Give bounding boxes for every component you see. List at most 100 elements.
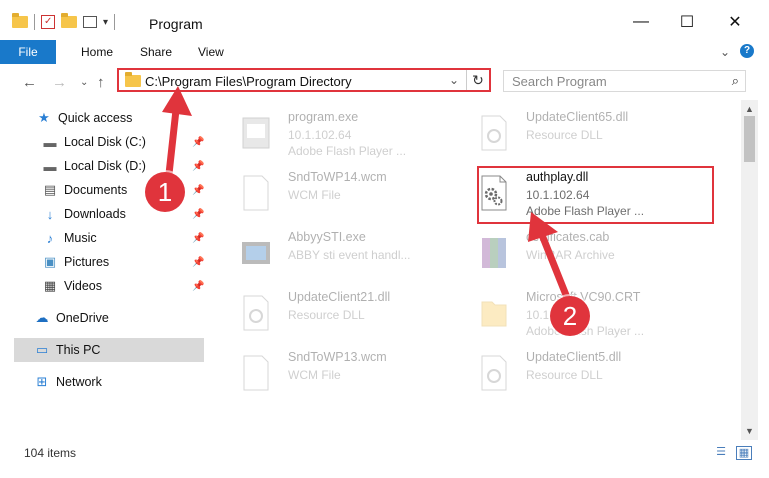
pictures-icon: ▣ xyxy=(43,254,57,269)
dll-icon xyxy=(481,115,507,151)
folder-icon xyxy=(481,301,507,327)
file-list: program.exe 10.1.102.64 Adobe Flash Play… xyxy=(210,100,740,440)
scroll-down-icon[interactable]: ▼ xyxy=(741,424,758,438)
forward-icon[interactable]: → xyxy=(52,74,67,91)
address-path[interactable]: C:\Program Files\Program Directory xyxy=(145,74,352,89)
chevron-down-icon[interactable]: ⌄ xyxy=(449,73,459,87)
file-name: UpdateClient65.dll xyxy=(526,110,629,124)
sidebar-item-label: Music xyxy=(64,231,97,245)
window-title: Program xyxy=(149,16,203,32)
refresh-icon[interactable]: ↻ xyxy=(466,70,489,90)
cloud-icon: ☁ xyxy=(35,310,49,325)
pin-icon[interactable]: 📌 xyxy=(192,185,204,196)
pin-icon[interactable]: 📌 xyxy=(192,161,204,172)
file-name: certificates.cab xyxy=(526,230,610,244)
drive-icon: ▬ xyxy=(43,134,57,150)
tab-view[interactable]: View xyxy=(198,40,224,64)
file-item-abbyysti-exe[interactable]: AbbyySTI.exe ABBY sti event handl... xyxy=(220,222,470,282)
file-item-updateclient21-dll[interactable]: UpdateClient21.dll Resource DLL xyxy=(220,282,470,342)
file-item-certificates-cab[interactable]: certificates.cab WinRAR Archive xyxy=(458,222,708,282)
file-item-sndtowp14-wcm[interactable]: SndToWP14.wcm WCM File xyxy=(220,162,470,222)
file-description: Adobe Flash Player ... xyxy=(288,144,407,158)
file-type: WCM File xyxy=(288,368,341,382)
file-type: WinRAR Archive xyxy=(526,248,615,262)
file-name: UpdateClient21.dll xyxy=(288,290,391,304)
tab-share[interactable]: Share xyxy=(140,40,172,64)
star-icon: ★ xyxy=(38,110,50,125)
sidebar-item-label: Documents xyxy=(64,183,128,197)
file-type: ABBY sti event handl... xyxy=(288,248,411,262)
customize-toolbar-icon[interactable] xyxy=(83,16,97,28)
details-view-icon[interactable]: ☰ xyxy=(714,446,728,458)
folder-icon xyxy=(12,13,28,28)
search-input[interactable]: Search Program ⌕ xyxy=(503,70,746,92)
sidebar-item-network[interactable]: ⊞ Network xyxy=(34,370,239,394)
sidebar-item-label: Local Disk (C:) xyxy=(64,135,146,149)
file-icon xyxy=(243,175,269,211)
address-bar[interactable]: C:\Program Files\Program Directory ⌄ ↻ xyxy=(117,68,491,92)
close-button[interactable]: ✕ xyxy=(720,10,750,34)
up-icon[interactable]: ↑ xyxy=(97,74,105,91)
exe-icon xyxy=(242,117,270,149)
music-icon: ♪ xyxy=(46,230,54,246)
sidebar-item-label: Network xyxy=(56,375,102,389)
maximize-button[interactable]: ☐ xyxy=(672,10,702,34)
file-item-program-exe[interactable]: program.exe 10.1.102.64 Adobe Flash Play… xyxy=(220,102,470,162)
file-type: Resource DLL xyxy=(526,128,603,142)
expand-ribbon-icon[interactable]: ⌄ xyxy=(720,40,730,64)
tiles-view-icon[interactable]: ▦ xyxy=(736,446,752,460)
file-name: SndToWP13.wcm xyxy=(288,350,387,364)
search-icon[interactable]: ⌕ xyxy=(732,73,739,89)
sidebar-item-label: Videos xyxy=(64,279,102,293)
navigation-pane: ★ Quick access ▬ Local Disk (C:) 📌 ▬ Loc… xyxy=(0,100,210,440)
sidebar-item-label: Local Disk (D:) xyxy=(64,159,146,173)
sidebar-item-onedrive[interactable]: ☁ OneDrive xyxy=(34,306,239,330)
new-folder-icon[interactable] xyxy=(61,13,77,28)
dll-icon xyxy=(481,355,507,391)
chevron-down-icon[interactable]: ▾ xyxy=(103,17,108,28)
file-name: UpdateClient5.dll xyxy=(526,350,622,364)
pin-icon[interactable]: 📌 xyxy=(192,233,204,244)
sidebar-item-this-pc[interactable]: ▭ This PC xyxy=(14,338,204,362)
dll-icon xyxy=(243,295,269,331)
file-icon xyxy=(243,355,269,391)
ribbon: File Home Share View ⌄ ? xyxy=(0,40,769,65)
title-bar: ✓ ▾ Program — ☐ ✕ xyxy=(0,0,769,40)
archive-icon xyxy=(482,238,506,268)
status-bar: 104 items ☰ ▦ xyxy=(0,440,769,478)
tab-home[interactable]: Home xyxy=(81,40,113,64)
back-icon[interactable]: ← xyxy=(22,74,37,91)
sidebar-item-label: Downloads xyxy=(64,207,126,221)
file-type: Resource DLL xyxy=(526,368,603,382)
minimize-button[interactable]: — xyxy=(626,10,656,34)
file-name: SndToWP14.wcm xyxy=(288,170,387,184)
quick-access-toolbar: ✓ ▾ xyxy=(12,13,116,30)
sidebar-item-label: OneDrive xyxy=(56,311,109,325)
tab-file[interactable]: File xyxy=(0,40,56,64)
file-item-updateclient65-dll[interactable]: UpdateClient65.dll Resource DLL xyxy=(458,102,708,162)
scroll-up-icon[interactable]: ▲ xyxy=(741,102,758,116)
drive-icon: ▬ xyxy=(43,158,57,174)
sidebar-item-label: Pictures xyxy=(64,255,110,269)
search-placeholder: Search Program xyxy=(512,74,607,89)
recent-locations-icon[interactable]: ⌄ xyxy=(80,77,88,88)
item-count: 104 items xyxy=(24,446,77,460)
help-icon[interactable]: ? xyxy=(740,44,754,58)
documents-icon: ▤ xyxy=(43,182,57,197)
pin-icon[interactable]: 📌 xyxy=(192,137,204,148)
file-version: 10.1.102.64 xyxy=(288,128,352,142)
pin-icon[interactable]: 📌 xyxy=(192,281,204,292)
scroll-thumb[interactable] xyxy=(744,116,755,162)
properties-icon[interactable]: ✓ xyxy=(41,15,55,29)
vertical-scrollbar[interactable]: ▲ ▼ xyxy=(741,100,758,440)
file-name: AbbyySTI.exe xyxy=(288,230,366,244)
pin-icon[interactable]: 📌 xyxy=(192,257,204,268)
app-icon xyxy=(242,242,270,264)
file-type: Resource DLL xyxy=(288,308,365,322)
sidebar-item-label: Quick access xyxy=(58,111,133,125)
pin-icon[interactable]: 📌 xyxy=(192,209,204,220)
file-item-sndtowp13-wcm[interactable]: SndToWP13.wcm WCM File xyxy=(220,342,470,402)
sidebar-item-label: This PC xyxy=(56,343,101,357)
file-item-updateclient5-dll[interactable]: UpdateClient5.dll Resource DLL xyxy=(458,342,708,402)
toolbar-divider xyxy=(114,14,116,30)
